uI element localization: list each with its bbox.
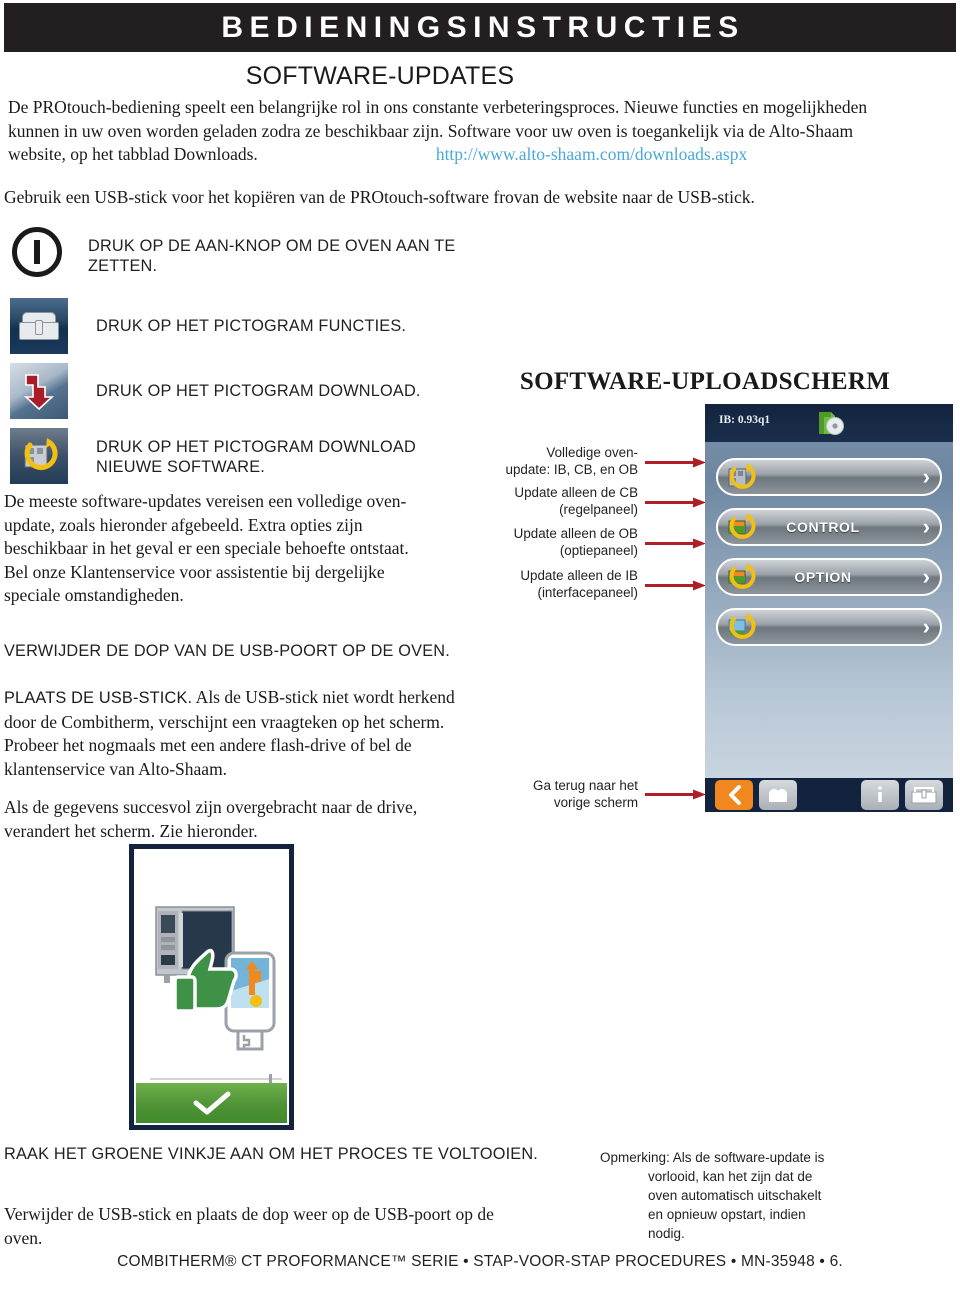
- downloads-link[interactable]: http://www.alto-shaam.com/downloads.aspx: [436, 144, 747, 164]
- toolbox-icon: [911, 787, 937, 804]
- callout-ob-update: Update alleen de OB (optiepaneel): [468, 525, 638, 559]
- intro-line-3: website, op het tabblad Downloads.: [8, 144, 258, 164]
- step-label-new-software: DRUK OP HET PICTOGRAM DOWNLOAD NIEUWE SO…: [96, 438, 416, 476]
- option-board-icon: [728, 563, 756, 589]
- transfer-success-paragraph: Als de gegevens succesvol zijn overgebra…: [4, 797, 418, 841]
- step-label-download: DRUK OP HET PICTOGRAM DOWNLOAD.: [96, 382, 421, 400]
- screenshot-canvas: [134, 849, 289, 1125]
- ib-version-status: IB: 0.93q1: [719, 414, 771, 426]
- option-button-full-update[interactable]: ›: [716, 458, 942, 496]
- callout-ob-line1: Update alleen de OB: [513, 526, 638, 541]
- note-line-4: en opnieuw opstart, indien: [648, 1207, 806, 1222]
- callout-full-update: Volledige oven- update: IB, CB, en OB: [468, 444, 639, 478]
- page-title: BEDIENINGSINSTRUCTIES: [221, 10, 745, 44]
- insert-usb-paragraph: PLAATS DE USB-STICK. Als de USB-stick ni…: [4, 686, 464, 781]
- remove-usb-paragraph: Verwijder de USB-stick en plaats de dop …: [4, 1204, 494, 1248]
- note-label: Opmerking:: [600, 1150, 670, 1165]
- toolbox-glyph: [19, 312, 59, 340]
- intro-paragraph: De PROtouch-bediening speelt een belangr…: [8, 96, 952, 167]
- callout-cb-line1: Update alleen de CB: [514, 485, 638, 500]
- note-block: Opmerking: Als de software-update is vor…: [600, 1148, 870, 1243]
- callout-ib-line2: (interfacepaneel): [537, 585, 639, 600]
- chevron-right-icon: ›: [922, 564, 930, 589]
- intro-paragraph-2: Gebruik een USB-stick voor het kopiëren …: [4, 187, 755, 207]
- insert-usb-lead: PLAATS DE USB-STICK.: [4, 689, 193, 707]
- interface-board-icon: [728, 613, 756, 639]
- transfer-progress-bar: [150, 1074, 282, 1084]
- device-bottom-nav-bar: [705, 778, 953, 812]
- callout-back-line2: vorige scherm: [553, 795, 638, 810]
- callout-ib-line1: Update alleen de IB: [520, 568, 638, 583]
- option-button-control[interactable]: CONTROL ›: [716, 508, 942, 546]
- update-arrows-glyph: [24, 438, 58, 471]
- chevron-right-icon: ›: [922, 614, 930, 639]
- confirm-checkmark-button[interactable]: [136, 1083, 287, 1123]
- callout-cb-line2: (regelpaneel): [559, 502, 638, 517]
- intro-line-2: kunnen in uw oven worden geladen zodra z…: [8, 120, 854, 141]
- software-disc-icon: [819, 412, 844, 435]
- callout-arrow-4: [645, 580, 706, 591]
- option-button-option[interactable]: OPTION ›: [716, 558, 942, 596]
- nav-back-button[interactable]: [715, 780, 753, 810]
- download-new-software-icon: [10, 428, 68, 484]
- callout-cb-update: Update alleen de CB (regelpaneel): [468, 484, 638, 518]
- callout-back-button: Ga terug naar het vorige scherm: [500, 777, 638, 811]
- nav-info-button[interactable]: [861, 780, 899, 810]
- nav-functions-button[interactable]: [905, 780, 943, 810]
- callout-arrow-3: [645, 538, 706, 549]
- software-upload-screen: IB: 0.93q1 › CONTROL › OPTION › ›: [705, 404, 953, 812]
- callout-full-update-line2: update: IB, CB, en OB: [505, 462, 639, 477]
- note-line-3: oven automatisch uitschakelt: [648, 1188, 822, 1203]
- info-icon: [878, 786, 882, 802]
- callout-arrow-back: [645, 789, 706, 800]
- callout-arrow-2: [645, 497, 706, 508]
- option-button-interface[interactable]: ›: [716, 608, 942, 646]
- chevron-right-icon: ›: [922, 514, 930, 539]
- full-oven-update-icon: [728, 463, 756, 489]
- remove-cap-instruction: VERWIJDER DE DOP VAN DE USB-POORT OP DE …: [4, 642, 450, 660]
- callout-full-update-line1: Volledige oven-: [546, 445, 638, 460]
- chevron-right-icon: ›: [922, 464, 930, 489]
- zigzag-arrow-glyph: [23, 374, 55, 411]
- nav-home-button[interactable]: [759, 780, 797, 810]
- home-icon: [769, 789, 787, 802]
- callout-arrow-1: [645, 457, 706, 468]
- control-board-icon: [728, 513, 756, 539]
- step-label-power: DRUK OP DE AAN-KNOP OM DE OVEN AAN TE ZE…: [88, 237, 456, 275]
- note-line-2: vorlooid, kan het zijn dat de: [648, 1169, 813, 1184]
- finish-instruction-caps: RAAK HET GROENE VINKJE AAN OM HET PROCES…: [4, 1145, 539, 1163]
- note-line-5: nodig.: [648, 1226, 685, 1241]
- callout-back-line1: Ga terug naar het: [533, 778, 638, 793]
- section-title: SOFTWARE-UPDATES: [245, 62, 515, 90]
- updates-explanation-paragraph: De meeste software-updates vereisen een …: [4, 491, 409, 605]
- usb-transfer-complete-screenshot: [129, 844, 294, 1130]
- callout-ib-update: Update alleen de IB (interfacepaneel): [468, 567, 638, 601]
- intro-line-1: De PROtouch-bediening speelt een belangr…: [8, 97, 868, 117]
- step-row-power: DRUK OP DE AAN-KNOP OM DE OVEN AAN TE ZE…: [12, 227, 482, 277]
- callout-ob-line2: (optiepaneel): [559, 543, 638, 558]
- chevron-left-icon: [729, 785, 741, 805]
- power-button-icon: [12, 227, 62, 277]
- step-row-functions: DRUK OP HET PICTOGRAM FUNCTIES.: [10, 298, 480, 354]
- document-page: BEDIENINGSINSTRUCTIES SOFTWARE-UPDATES D…: [0, 0, 960, 1296]
- download-arrow-icon: [10, 363, 68, 419]
- check-icon: [193, 1091, 230, 1115]
- device-top-bar: IB: 0.93q1: [705, 404, 953, 442]
- upload-screen-title: SOFTWARE-UPLOADSCHERM: [519, 368, 891, 395]
- page-header-band: BEDIENINGSINSTRUCTIES: [4, 3, 956, 52]
- note-line-1: Als de software-update is: [672, 1150, 825, 1165]
- functions-toolbox-icon: [10, 298, 68, 354]
- step-row-new-software: DRUK OP HET PICTOGRAM DOWNLOAD NIEUWE SO…: [10, 428, 480, 484]
- step-row-download: DRUK OP HET PICTOGRAM DOWNLOAD.: [10, 363, 480, 419]
- step-label-functions: DRUK OP HET PICTOGRAM FUNCTIES.: [96, 317, 407, 335]
- page-footer: COMBITHERM® CT PROFORMANCE™ SERIE • STAP…: [117, 1253, 843, 1270]
